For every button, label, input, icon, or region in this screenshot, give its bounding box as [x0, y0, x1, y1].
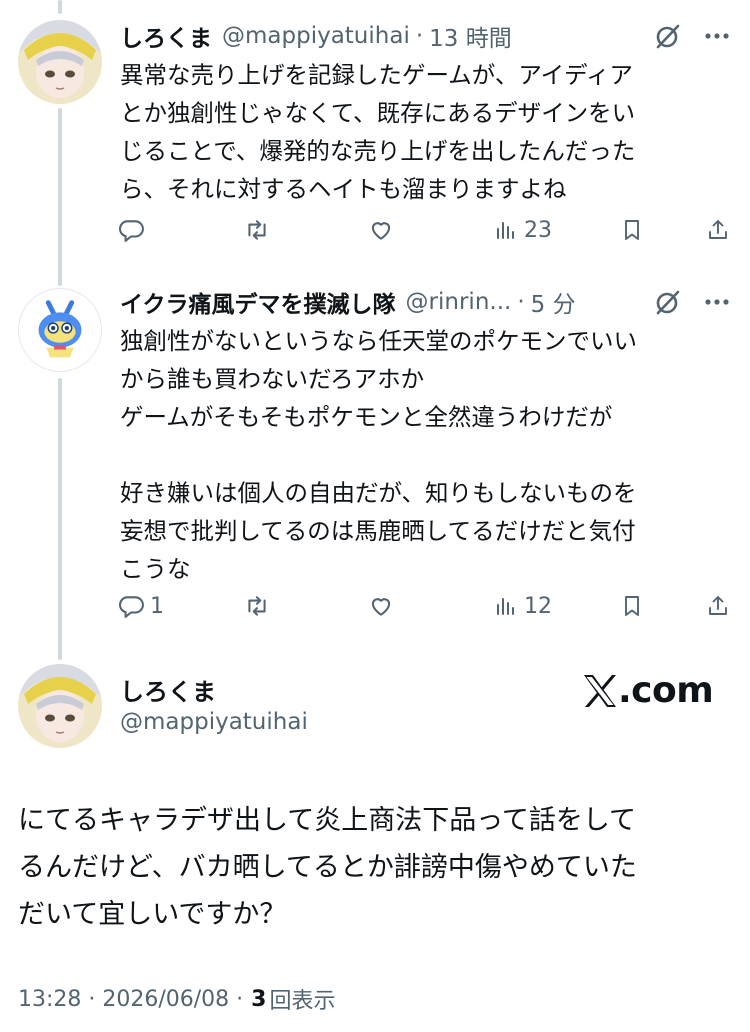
action-bar: 23	[118, 212, 738, 248]
retweet-button[interactable]	[244, 212, 276, 248]
action-bar: 1 12	[118, 588, 738, 624]
retweet-icon	[248, 220, 266, 240]
views-button[interactable]: 23	[494, 212, 552, 248]
tweet-time[interactable]: 5 分	[531, 285, 576, 319]
separator-dot: ·	[517, 289, 525, 315]
retweet-button[interactable]	[244, 588, 276, 624]
grok-icon[interactable]	[654, 22, 682, 50]
avatar[interactable]	[18, 288, 102, 372]
author-handle[interactable]: @mappiyatuihai	[222, 23, 410, 49]
tweet-header: イクラ痛風デマを撲滅し隊 @rinrin... · 5 分	[120, 282, 730, 322]
xcom-label: .com	[618, 670, 714, 711]
share-button[interactable]	[706, 588, 730, 624]
like-button[interactable]	[368, 212, 400, 248]
reply-icon	[118, 596, 144, 618]
share-button[interactable]	[706, 212, 730, 248]
views-button[interactable]: 12	[494, 588, 552, 624]
bookmark-icon	[625, 596, 639, 616]
author-handle[interactable]: @rinrin...	[406, 289, 512, 315]
reply-button[interactable]: 1	[118, 588, 164, 624]
author-name[interactable]: しろくま	[120, 672, 216, 707]
views-count: 23	[524, 217, 552, 243]
thread-line	[58, 378, 62, 660]
views-icon	[497, 598, 514, 615]
author-name[interactable]: イクラ痛風デマを撲滅し隊	[120, 285, 396, 319]
views-count: 3	[251, 986, 267, 1012]
bookmark-button[interactable]	[620, 588, 644, 624]
views-label: 回表示	[269, 989, 336, 1014]
thread-line	[58, 108, 62, 286]
reply-count: 1	[150, 593, 164, 619]
more-icon[interactable]	[704, 298, 730, 306]
avatar[interactable]	[18, 664, 102, 748]
share-icon	[709, 220, 727, 239]
views-count: 12	[524, 593, 552, 619]
share-icon	[709, 596, 727, 615]
more-icon[interactable]	[704, 32, 730, 40]
reply-icon	[118, 220, 144, 242]
avatar[interactable]	[18, 20, 102, 104]
author-handle[interactable]: @mappiyatuihai	[120, 709, 308, 735]
tweet-timestamp[interactable]: 13:28 · 2026/06/08 ·	[18, 987, 243, 1012]
views-icon	[497, 222, 514, 239]
bookmark-button[interactable]	[620, 212, 644, 248]
thread-line	[58, 0, 62, 14]
author-name[interactable]: しろくま	[120, 19, 212, 53]
like-icon	[371, 598, 391, 616]
like-icon	[371, 222, 391, 240]
x-logo-icon	[584, 674, 616, 707]
reply-button[interactable]	[118, 212, 150, 248]
like-button[interactable]	[368, 588, 400, 624]
tweet-text: にてるキャラデザ出して炎上商法下品って話をして るんだけど、バカ晒してるとか誹謗…	[18, 805, 637, 930]
x-brand: .com	[582, 670, 714, 711]
tweet-meta: 13:28 · 2026/06/08 · 3 回表示	[18, 983, 336, 1015]
retweet-icon	[248, 596, 266, 616]
separator-dot: ·	[415, 23, 424, 49]
tweet-text: 独創性がないというなら任天堂のポケモンでいい から誰も買わないだろアホか ゲーム…	[120, 327, 637, 583]
tweet-time[interactable]: 13 時間	[429, 19, 512, 53]
tweet-header: しろくま @mappiyatuihai · 13 時間	[120, 16, 730, 56]
tweet-text: 異常な売り上げを記録したゲームが、アイディア とか独創性じゃなくて、既存にあるデ…	[120, 61, 636, 203]
grok-icon[interactable]	[654, 288, 682, 316]
bookmark-icon	[625, 220, 639, 240]
